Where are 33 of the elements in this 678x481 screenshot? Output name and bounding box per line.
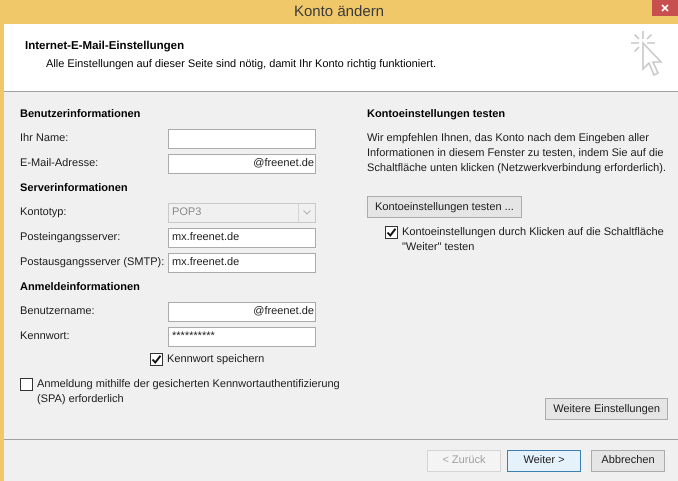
checkbox-label: Anmeldung mithilfe der gesicherten Kennwortauthentifizierung (SPA) erforderlich bbox=[37, 377, 341, 407]
dialog-button[interactable]: Abbrechen bbox=[591, 450, 665, 472]
header-title: Internet-E-Mail-Einstellungen bbox=[25, 39, 186, 54]
field-label: Kennwort: bbox=[20, 329, 71, 344]
field-label: E-Mail-Adresse: bbox=[20, 156, 100, 172]
window-title: Konto ändern bbox=[294, 2, 384, 22]
input-field[interactable]: mx.freenet.de bbox=[168, 228, 316, 248]
test-settings-button[interactable]: Kontoeinstellungen testen ... bbox=[367, 196, 522, 218]
field-label: Ihr Name: bbox=[20, 131, 70, 146]
input-field[interactable] bbox=[168, 128, 316, 148]
more-settings-button[interactable]: Weitere Einstellungen bbox=[545, 398, 668, 420]
section-heading: Benutzerinformationen bbox=[20, 106, 142, 122]
checkbox[interactable] bbox=[385, 226, 398, 239]
dialog-button[interactable]: Weiter > bbox=[507, 450, 581, 472]
input-field[interactable]: @freenet.de bbox=[168, 302, 316, 322]
section-heading: Serverinformationen bbox=[20, 180, 129, 196]
header-subtitle: Alle Einstellungen auf dieser Seite sind nötig, damit Ihr Konto richtig funktioniert. bbox=[46, 57, 436, 72]
close-icon bbox=[661, 4, 669, 12]
close-button[interactable] bbox=[652, 0, 678, 16]
input-field[interactable]: ********** bbox=[168, 326, 316, 346]
checkbox-label: Kontoeinstellungen durch Klicken auf die Schaltfläche "Weiter" testen bbox=[402, 225, 665, 255]
section-heading: Anmeldeinformationen bbox=[20, 280, 141, 295]
field-label: Posteingangsserver: bbox=[20, 230, 122, 246]
field-label: Postausgangsserver (SMTP): bbox=[20, 255, 166, 270]
description-text: Wir empfehlen Ihnen, das Konto nach dem Eingeben aller Informationen in diesem Fenster zu testen, indem Sie auf die Schaltfläche unten klicken (Netzwerkverbindung erforderlich). bbox=[367, 131, 667, 176]
input-field[interactable]: mx.freenet.de bbox=[168, 252, 316, 272]
input-field[interactable]: @freenet.de bbox=[168, 154, 316, 174]
checkbox[interactable] bbox=[20, 378, 33, 391]
checkbox-label: Kennwort speichern bbox=[167, 352, 264, 367]
field-label: Benutzername: bbox=[20, 304, 96, 320]
checkbox[interactable] bbox=[150, 353, 163, 366]
section-heading: Kontoeinstellungen testen bbox=[367, 106, 506, 122]
field-label: Kontotyp: bbox=[20, 205, 68, 220]
